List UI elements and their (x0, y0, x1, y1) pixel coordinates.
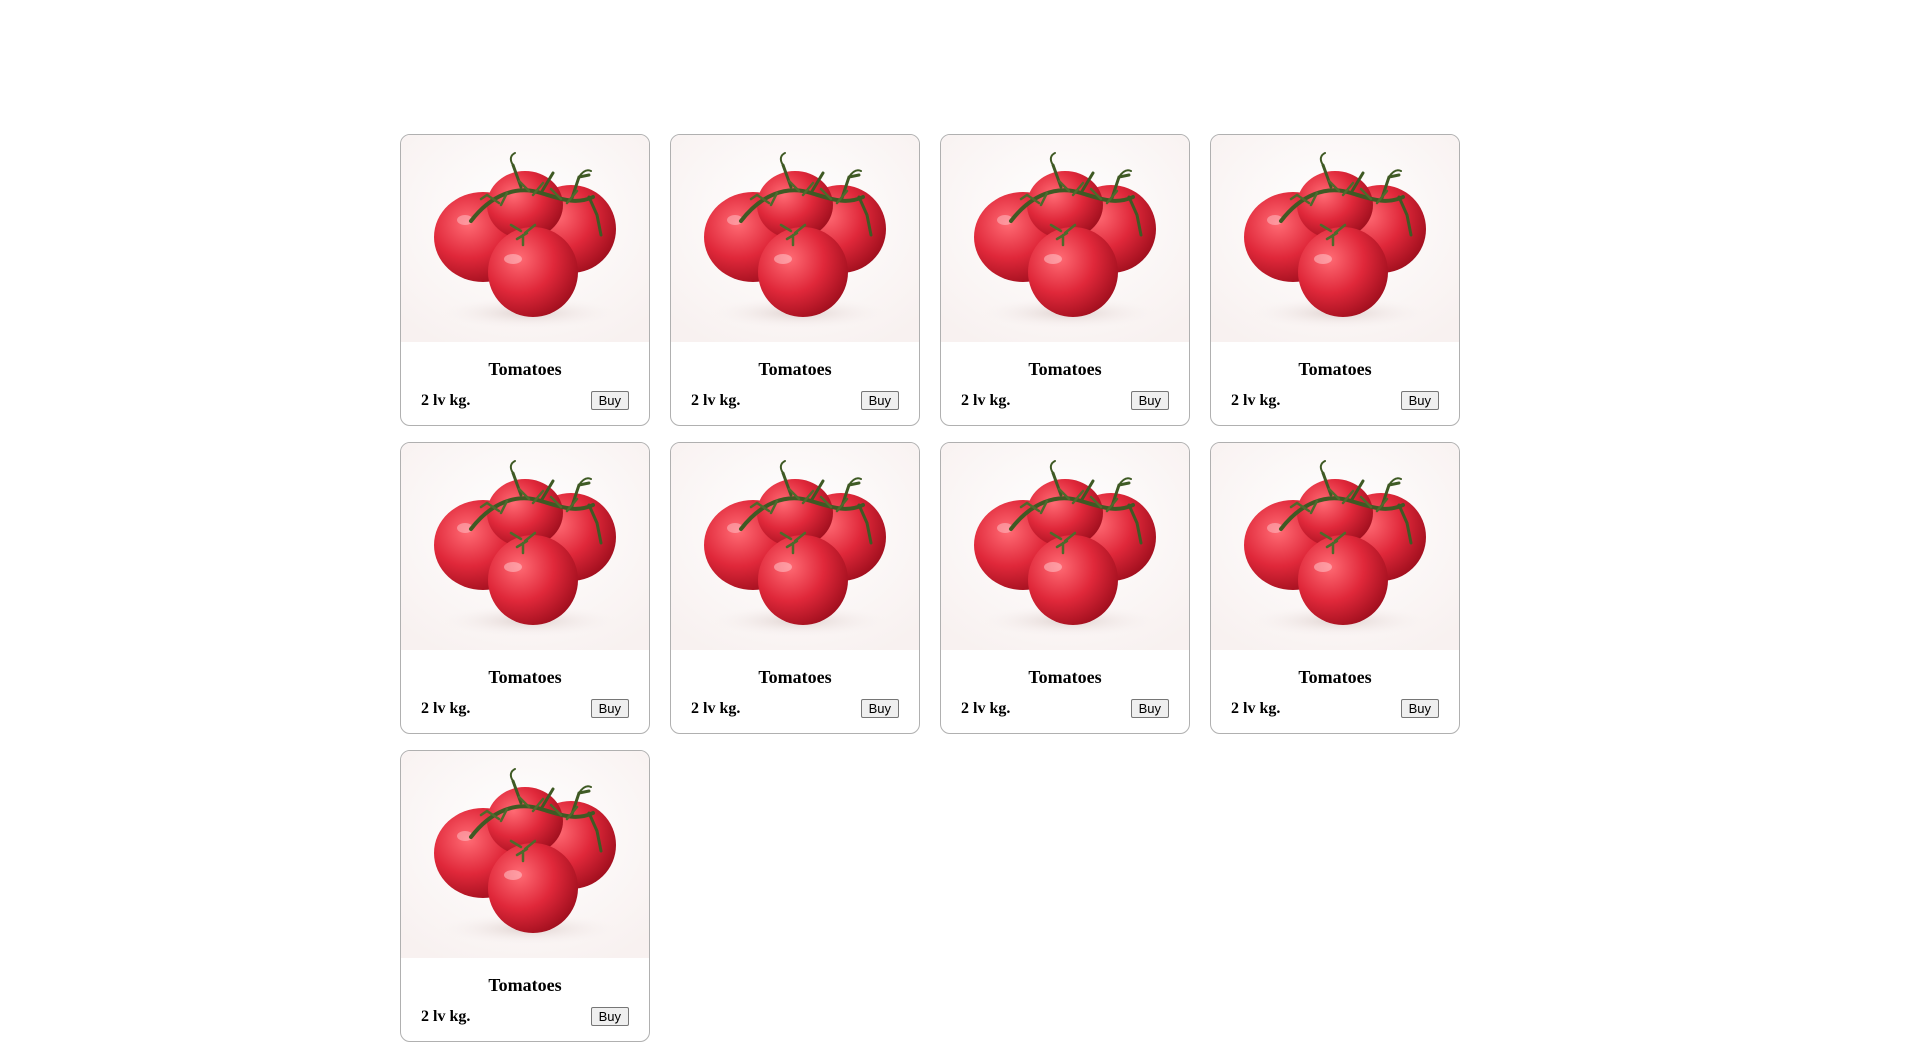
product-price: 2 lv kg. (421, 391, 471, 409)
product-name: Tomatoes (1298, 667, 1372, 687)
buy-button[interactable]: Buy (860, 699, 899, 718)
product-price: 2 lv kg. (1231, 391, 1281, 409)
buy-button[interactable]: Buy (1400, 699, 1439, 718)
card-footer: 2 lv kg. Buy (691, 391, 899, 410)
card-footer: 2 lv kg. Buy (1231, 391, 1439, 410)
product-card: Tomatoes 2 lv kg. Buy (1210, 442, 1460, 734)
product-name: Tomatoes (488, 359, 562, 379)
product-card: Tomatoes 2 lv kg. Buy (940, 442, 1190, 734)
product-price: 2 lv kg. (421, 1007, 471, 1025)
product-name: Tomatoes (758, 667, 832, 687)
buy-button[interactable]: Buy (860, 391, 899, 410)
product-name: Tomatoes (1028, 667, 1102, 687)
buy-button[interactable]: Buy (590, 1007, 629, 1026)
product-name: Tomatoes (488, 667, 562, 687)
product-price: 2 lv kg. (1231, 699, 1281, 717)
tomatoes-image (401, 751, 649, 958)
product-price: 2 lv kg. (961, 391, 1011, 409)
product-card: Tomatoes 2 lv kg. Buy (400, 442, 650, 734)
product-name: Tomatoes (1298, 359, 1372, 379)
buy-button[interactable]: Buy (1130, 391, 1169, 410)
tomatoes-image (941, 443, 1189, 650)
product-card: Tomatoes 2 lv kg. Buy (670, 442, 920, 734)
product-price: 2 lv kg. (691, 391, 741, 409)
product-card: Tomatoes 2 lv kg. Buy (1210, 134, 1460, 426)
product-card: Tomatoes 2 lv kg. Buy (940, 134, 1190, 426)
buy-button[interactable]: Buy (590, 699, 629, 718)
card-footer: 2 lv kg. Buy (691, 699, 899, 718)
buy-button[interactable]: Buy (1400, 391, 1439, 410)
product-price: 2 lv kg. (961, 699, 1011, 717)
card-footer: 2 lv kg. Buy (421, 699, 629, 718)
product-card: Tomatoes 2 lv kg. Buy (670, 134, 920, 426)
product-card: Tomatoes 2 lv kg. Buy (400, 750, 650, 1042)
product-card: Tomatoes 2 lv kg. Buy (400, 134, 650, 426)
buy-button[interactable]: Buy (1130, 699, 1169, 718)
tomatoes-image (941, 135, 1189, 342)
card-footer: 2 lv kg. Buy (961, 391, 1169, 410)
product-price: 2 lv kg. (691, 699, 741, 717)
card-footer: 2 lv kg. Buy (421, 391, 629, 410)
card-footer: 2 lv kg. Buy (961, 699, 1169, 718)
product-grid: Tomatoes 2 lv kg. Buy Tomatoes 2 lv kg. … (400, 134, 1460, 1042)
tomatoes-image (1211, 135, 1459, 342)
product-name: Tomatoes (758, 359, 832, 379)
tomatoes-image (671, 443, 919, 650)
product-name: Tomatoes (1028, 359, 1102, 379)
product-name: Tomatoes (488, 975, 562, 995)
tomatoes-image (401, 443, 649, 650)
card-footer: 2 lv kg. Buy (1231, 699, 1439, 718)
card-footer: 2 lv kg. Buy (421, 1007, 629, 1026)
tomatoes-image (401, 135, 649, 342)
product-price: 2 lv kg. (421, 699, 471, 717)
buy-button[interactable]: Buy (590, 391, 629, 410)
tomatoes-image (1211, 443, 1459, 650)
tomatoes-image (671, 135, 919, 342)
